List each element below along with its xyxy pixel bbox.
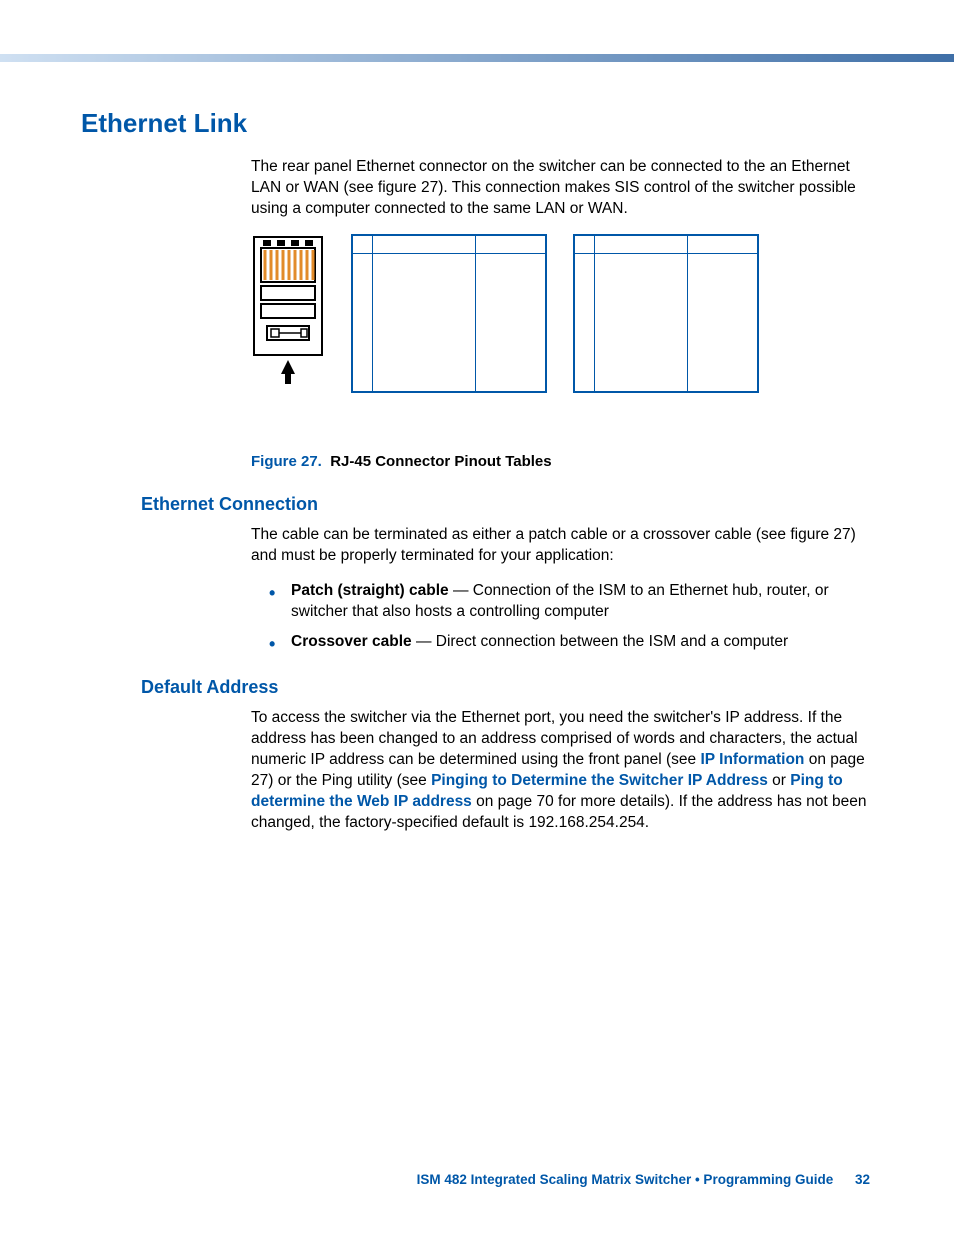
rj45-connector-icon bbox=[251, 234, 325, 389]
section-title: Ethernet Link bbox=[81, 108, 871, 139]
footer-text: ISM 482 Integrated Scaling Matrix Switch… bbox=[417, 1172, 834, 1187]
bullet2-label: Crossover cable bbox=[291, 633, 412, 650]
subsection-ethernet-connection: Ethernet Connection bbox=[141, 494, 871, 515]
link-ip-information[interactable]: IP Information bbox=[700, 751, 804, 768]
pinout-table-2 bbox=[573, 234, 759, 393]
list-item: Crossover cable — Direct connection betw… bbox=[269, 632, 871, 653]
intro-paragraph: The rear panel Ethernet connector on the… bbox=[251, 157, 871, 220]
list-item: Patch (straight) cable — Connection of t… bbox=[269, 581, 871, 623]
default-address-paragraph: To access the switcher via the Ethernet … bbox=[251, 708, 871, 834]
pinout-table-1 bbox=[351, 234, 547, 393]
link-pinging-switcher-ip[interactable]: Pinging to Determine the Switcher IP Add… bbox=[431, 772, 768, 789]
figure-caption: Figure 27. RJ-45 Connector Pinout Tables bbox=[251, 453, 871, 470]
subsection-default-address: Default Address bbox=[141, 677, 871, 698]
figure-title: RJ-45 Connector Pinout Tables bbox=[330, 453, 551, 470]
ethernet-connection-paragraph: The cable can be terminated as either a … bbox=[251, 525, 871, 567]
figure-block: Figure 27. RJ-45 Connector Pinout Tables bbox=[251, 234, 871, 470]
header-gradient-bar bbox=[0, 54, 954, 62]
page-footer: ISM 482 Integrated Scaling Matrix Switch… bbox=[0, 1172, 870, 1187]
bullet1-label: Patch (straight) cable bbox=[291, 582, 449, 599]
page-number: 32 bbox=[855, 1172, 870, 1187]
da-text-3: or bbox=[772, 772, 790, 789]
figure-number: Figure 27. bbox=[251, 453, 322, 470]
bullet2-text: — Direct connection between the ISM and … bbox=[416, 633, 788, 650]
